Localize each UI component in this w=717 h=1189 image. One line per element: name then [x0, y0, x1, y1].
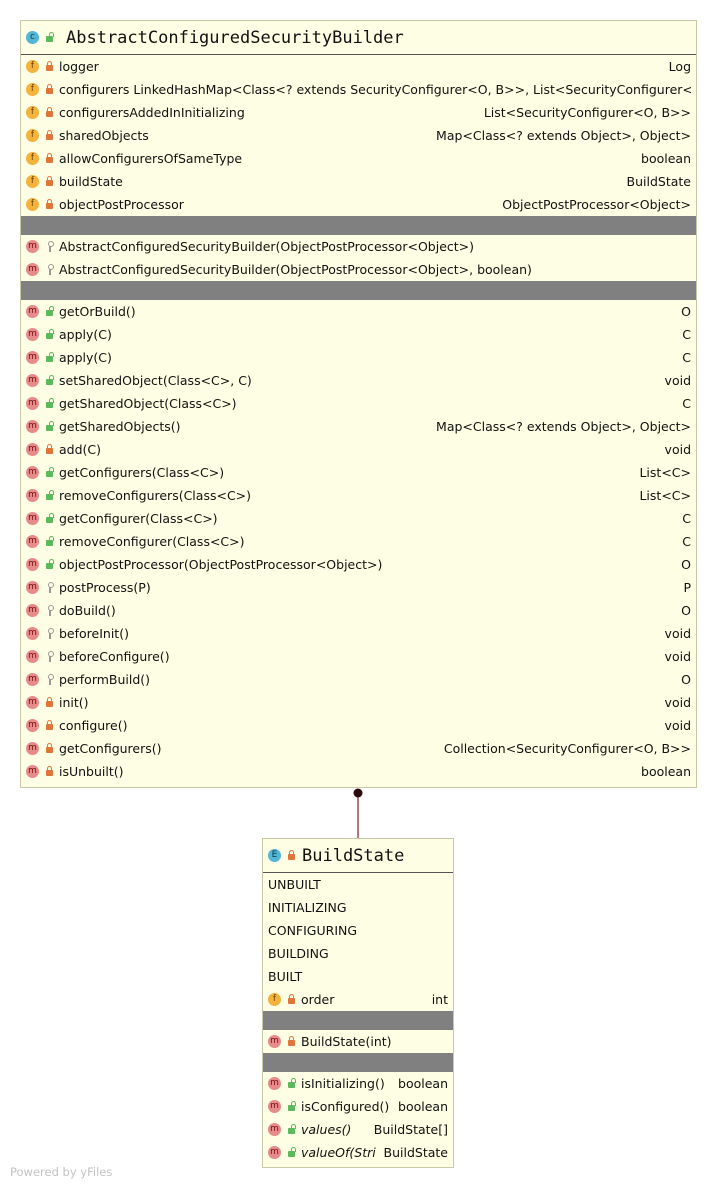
enum-constant-name: INITIALIZING	[268, 900, 347, 915]
member-name: valueOf(String)	[301, 1145, 376, 1160]
enum-kind-icon: E	[268, 849, 281, 862]
member-type: BuildState	[383, 1145, 448, 1160]
enum-constant-row[interactable]: UNBUILT	[263, 873, 453, 896]
section-separator	[263, 1053, 453, 1072]
member-type: BuildState[]	[373, 1122, 448, 1137]
member-name: order	[301, 992, 335, 1007]
method-row[interactable]: m isInitializing() boolean	[263, 1072, 453, 1095]
enum-constructors-section: m BuildState(int)	[263, 1030, 453, 1053]
method-row[interactable]: m BuildState(int)	[263, 1030, 453, 1053]
private-visibility-icon	[287, 994, 296, 1005]
private-visibility-icon	[287, 1036, 296, 1047]
enum-constant-name: CONFIGURING	[268, 923, 358, 938]
method-row[interactable]: m values() BuildState[]	[263, 1118, 453, 1141]
method-icon: m	[268, 1100, 281, 1113]
member-name: BuildState(int)	[301, 1034, 392, 1049]
enum-methods-section: m isInitializing() boolean m isConfigured() b…	[263, 1072, 453, 1164]
member-type: int	[431, 992, 448, 1007]
method-icon: m	[268, 1035, 281, 1048]
field-row[interactable]: f order int	[263, 988, 453, 1011]
enum-header: E BuildState	[263, 839, 453, 873]
enum-constant-name: BUILT	[268, 969, 303, 984]
method-row[interactable]: m valueOf(String) BuildState	[263, 1141, 453, 1164]
section-separator	[263, 1011, 453, 1030]
public-visibility-icon	[287, 1124, 296, 1135]
enum-constant-name: UNBUILT	[268, 877, 321, 892]
member-name: isConfigured()	[301, 1099, 390, 1114]
enum-fields-section: f order int	[263, 988, 453, 1011]
enum-title: BuildState	[302, 845, 405, 866]
connector-anchor-dot	[353, 788, 363, 798]
build-state-enum[interactable]: E BuildState UNBUILT INITIALIZING CONFIGUR…	[262, 838, 454, 1168]
method-icon: m	[268, 1146, 281, 1159]
member-type: boolean	[398, 1099, 448, 1114]
enum-constant-row[interactable]: BUILDING	[263, 942, 453, 965]
public-visibility-icon	[287, 1147, 296, 1158]
method-icon: m	[268, 1123, 281, 1136]
enum-constant-name: BUILDING	[268, 946, 329, 961]
footer-credit: Powered by yFiles	[10, 1165, 113, 1179]
enum-constant-row[interactable]: INITIALIZING	[263, 896, 453, 919]
member-type: boolean	[398, 1076, 448, 1091]
member-name: values()	[301, 1122, 352, 1137]
private-visibility-icon	[287, 850, 296, 861]
enum-constant-row[interactable]: CONFIGURING	[263, 919, 453, 942]
method-icon: m	[268, 1077, 281, 1090]
field-icon: f	[268, 993, 281, 1006]
enum-constants-section: UNBUILT INITIALIZING CONFIGURING BUILDING BU…	[263, 873, 453, 988]
method-row[interactable]: m isConfigured() boolean	[263, 1095, 453, 1118]
public-visibility-icon	[287, 1078, 296, 1089]
public-visibility-icon	[287, 1101, 296, 1112]
member-name: isInitializing()	[301, 1076, 385, 1091]
enum-constant-row[interactable]: BUILT	[263, 965, 453, 988]
